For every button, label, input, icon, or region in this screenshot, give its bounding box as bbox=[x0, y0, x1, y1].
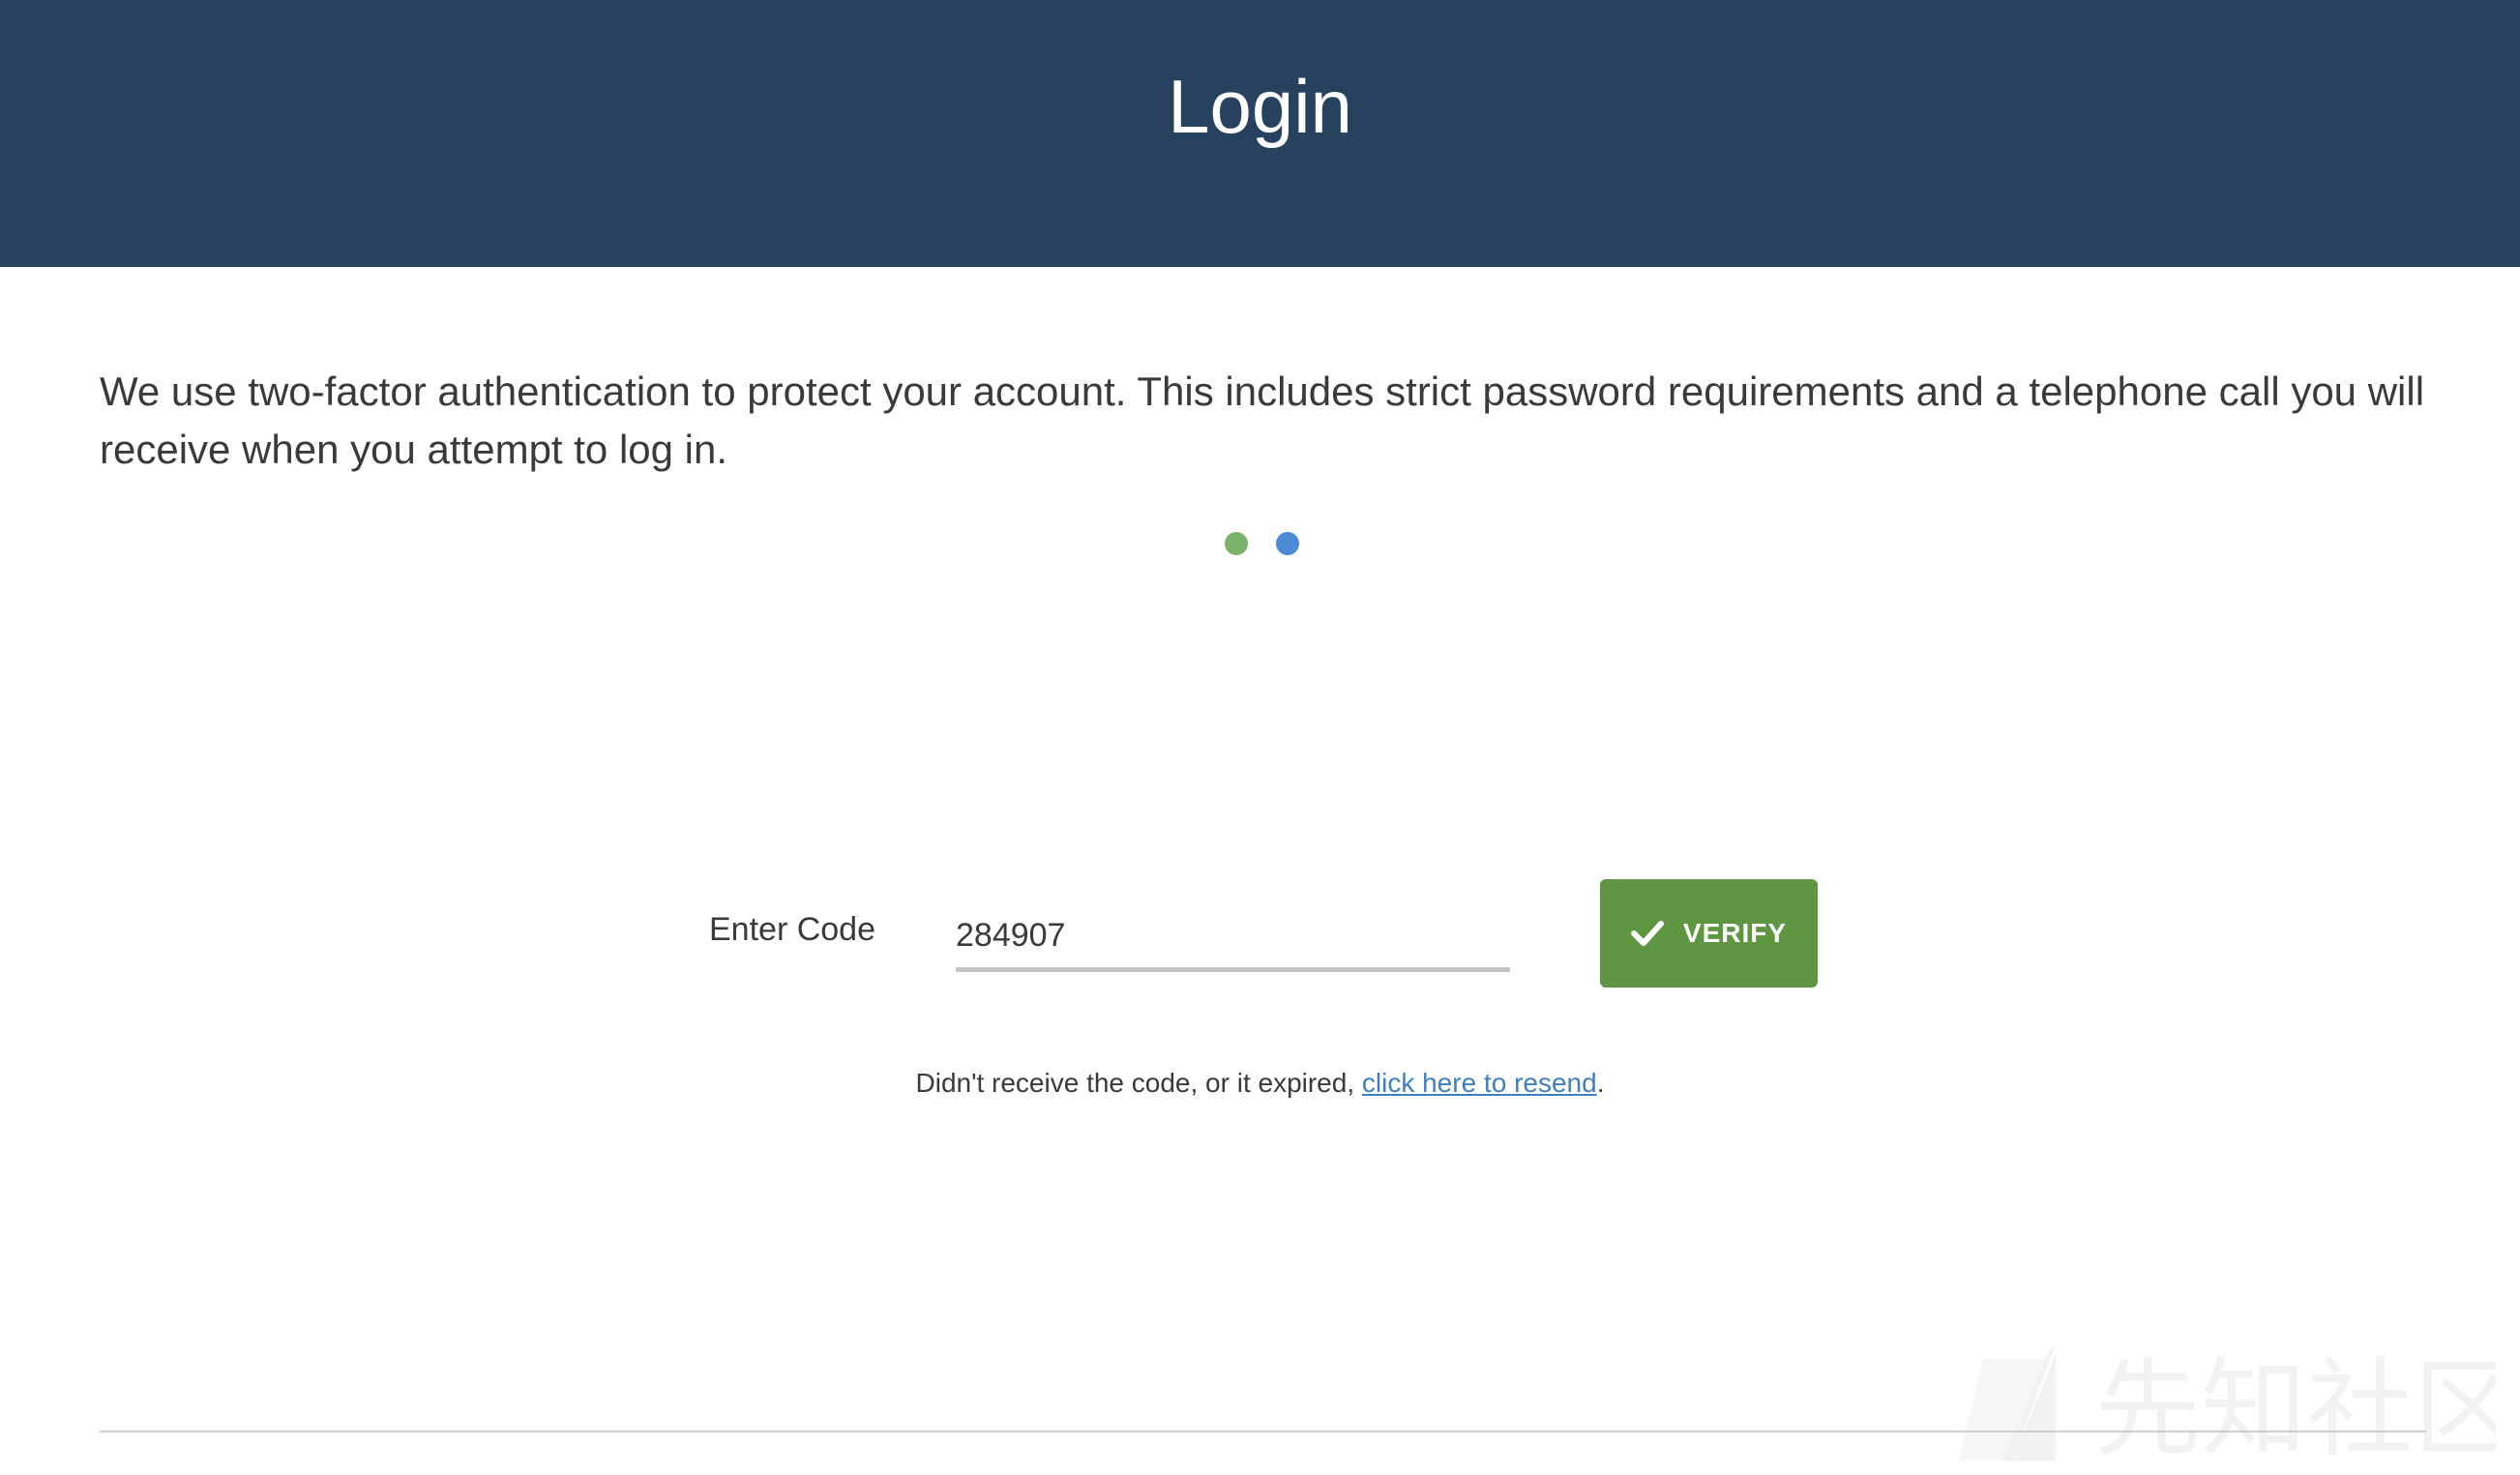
verify-button-label: VERIFY bbox=[1682, 918, 1788, 948]
step-dot-2 bbox=[1276, 532, 1299, 555]
check-icon bbox=[1630, 921, 1664, 946]
step-indicator bbox=[1225, 532, 1302, 555]
code-input[interactable] bbox=[956, 904, 1510, 972]
step-dot-1 bbox=[1225, 532, 1248, 555]
watermark-text: 先知社区 bbox=[2094, 1347, 2496, 1465]
verify-button[interactable]: VERIFY bbox=[1600, 879, 1818, 988]
resend-message: Didn't receive the code, or it expired, … bbox=[0, 1064, 2520, 1103]
page-header: Login bbox=[0, 0, 2520, 267]
two-factor-description: We use two-factor authentication to prot… bbox=[100, 369, 2425, 472]
resend-prefix: Didn't receive the code, or it expired, bbox=[915, 1068, 1362, 1098]
watermark-logo: 先知社区 bbox=[1959, 1344, 2496, 1465]
resend-link[interactable]: click here to resend bbox=[1362, 1068, 1597, 1098]
resend-suffix: . bbox=[1596, 1068, 1605, 1098]
enter-code-label: Enter Code bbox=[709, 911, 875, 948]
page-title: Login bbox=[1168, 64, 1352, 149]
